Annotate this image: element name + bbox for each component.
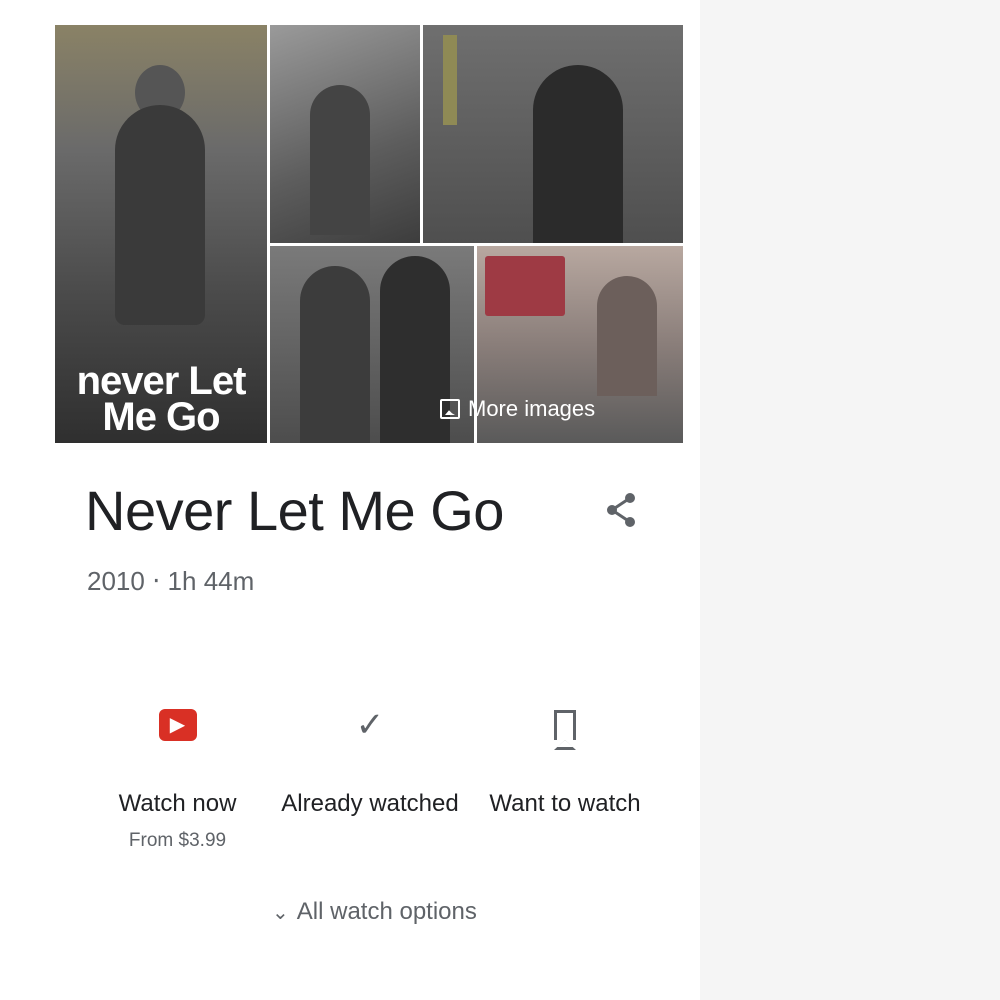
- ico-wrap: ✓: [270, 700, 470, 750]
- already-watched-label: Already watched: [281, 790, 459, 817]
- poster-title-line2: Me Go: [102, 395, 220, 439]
- image-gallery[interactable]: never Let Me Go: [55, 25, 683, 443]
- chevron-down-icon: ⌄: [272, 901, 289, 924]
- more-images-button[interactable]: More images: [440, 396, 595, 422]
- poster-figure: [115, 105, 205, 325]
- all-watch-options-button[interactable]: ⌄ All watch options: [272, 898, 477, 926]
- gallery-image-2[interactable]: [270, 25, 420, 243]
- knowledge-panel: never Let Me Go More images Never Let Me…: [0, 0, 700, 1000]
- movie-title: Never Let Me Go: [85, 479, 504, 542]
- bookmark-icon: [554, 710, 576, 750]
- movie-meta: 2010 ‧ 1h 44m: [87, 566, 255, 596]
- image-figure: [300, 266, 370, 443]
- all-watch-options-label: All watch options: [296, 898, 477, 925]
- ico-wrap: ▶: [90, 700, 265, 750]
- share-icon: [607, 493, 635, 527]
- poster-title: never Let Me Go: [61, 361, 261, 437]
- watch-actions: ▶ Watch now From $3.99 ✓ Already watched…: [90, 700, 690, 852]
- already-watched-button[interactable]: ✓ Already watched: [270, 700, 470, 818]
- image-figure: [597, 276, 657, 396]
- image-sign: [443, 35, 457, 125]
- watch-now-price: From $3.99: [128, 830, 227, 851]
- image-icon: [440, 399, 460, 419]
- watch-now-button[interactable]: ▶ Watch now From $3.99: [90, 700, 265, 852]
- image-figure: [310, 85, 370, 235]
- movie-poster-image[interactable]: never Let Me Go: [55, 25, 267, 443]
- more-images-label: More images: [468, 396, 596, 421]
- want-to-watch-label: Want to watch: [489, 790, 641, 817]
- want-to-watch-button[interactable]: Want to watch: [475, 700, 655, 818]
- image-red-sign: [485, 256, 565, 316]
- watch-now-label: Watch now: [118, 790, 237, 817]
- play-badge-icon: ▶: [158, 709, 197, 741]
- share-button[interactable]: [600, 488, 644, 532]
- ico-wrap: [475, 700, 655, 750]
- check-icon: ✓: [355, 706, 385, 744]
- image-figure: [533, 65, 623, 243]
- gallery-image-3[interactable]: [423, 25, 683, 243]
